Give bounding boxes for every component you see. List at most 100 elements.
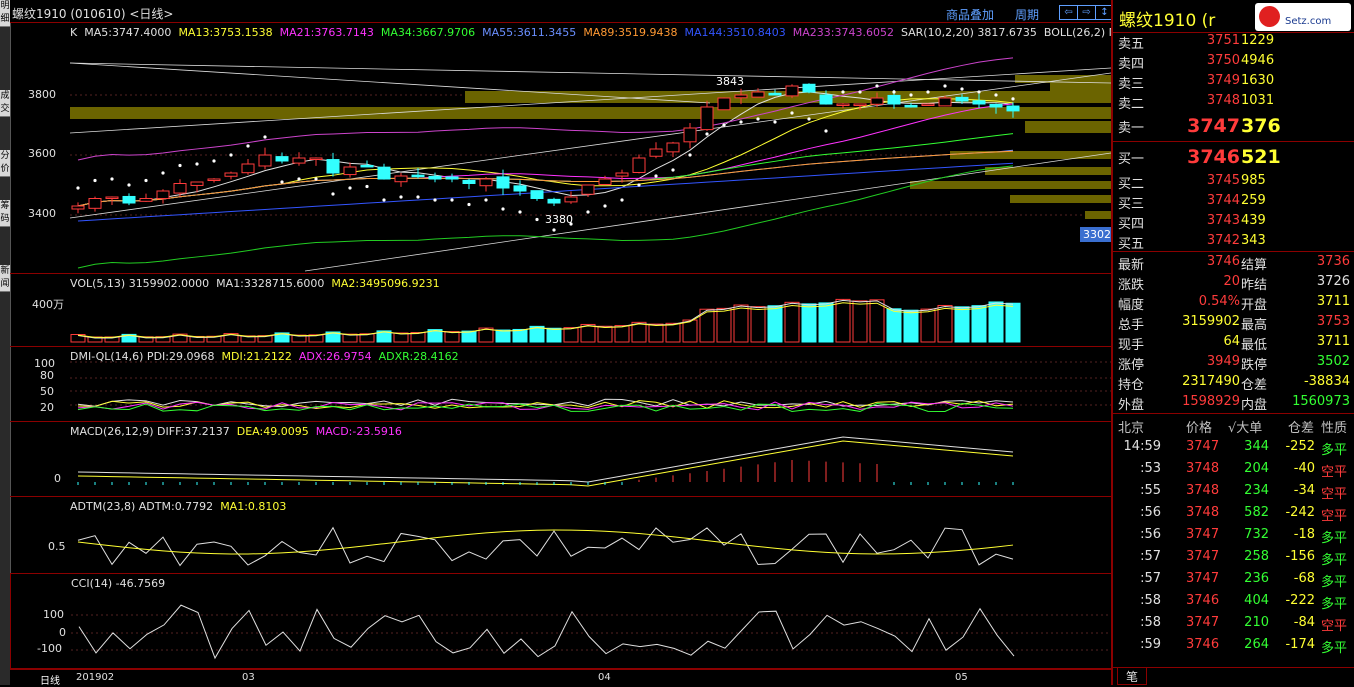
sar-dot (144, 178, 148, 183)
candle-body (564, 196, 578, 203)
candle-body (445, 176, 459, 180)
dmi-indicator-2: ADX:26.9754 (298, 350, 372, 363)
price-indicator-1: MA5:3747.4000 (84, 26, 172, 39)
volume-bar (988, 301, 1004, 343)
sar-dot (365, 184, 369, 189)
trend-line (304, 152, 1112, 272)
adtm-indicator-0: ADTM(23,8) ADTM:0.7792 (70, 500, 214, 513)
volume-panel[interactable]: 400万 VOL(5,13) 3159902.0000 MA1:3328715.6… (10, 274, 1111, 347)
tick-row[interactable]: :56 3747 732 -18 多平 (1113, 524, 1354, 546)
cci-panel[interactable]: 100 0 -100 CCI(14) -46.7569 (10, 574, 1112, 669)
candle-body (853, 103, 867, 106)
sar-dot (501, 207, 505, 211)
stat-row: 涨停 3949 跌停 3502 (1118, 354, 1350, 373)
logo-mark-icon (1259, 6, 1280, 27)
ticks-header: 北京 价格 √大单 仓差 性质 (1113, 414, 1354, 436)
date-label: 201902 (76, 672, 115, 683)
y-label: 50 (40, 385, 54, 398)
volume-bar (801, 303, 817, 343)
tick-row[interactable]: :59 3746 264 -174 多平 (1113, 634, 1354, 656)
candle-body (547, 198, 561, 204)
adtm-panel[interactable]: 0.5 ADTM(23,8) ADTM:0.7792 MA1:0.8103 (10, 497, 1111, 574)
next-button[interactable]: ⇨ (1077, 5, 1096, 20)
price-indicator-2: MA13:3753.1538 (178, 26, 273, 39)
volume-bar (665, 322, 681, 343)
cci-chart[interactable] (11, 574, 1112, 668)
vol-indicator-line: VOL(5,13) 3159902.0000 MA1:3328715.6000 MA… (70, 277, 447, 290)
col-city: 北京 (1118, 421, 1145, 436)
tick-row[interactable]: :55 3748 234 -34 空平 (1113, 480, 1354, 502)
ask-row: 卖四 3750 4946 (1118, 53, 1275, 72)
candle-body (190, 181, 204, 186)
current-price-tag: 3302 (1080, 227, 1114, 242)
volume-bar (818, 302, 834, 343)
sar-dot (875, 84, 879, 88)
macd-indicator-line: MACD(26,12,9) DIFF:37.2137 DEA:49.0095 MAC… (70, 425, 409, 438)
vol-indicator-2: MA2:3495096.9231 (331, 277, 440, 290)
quote-header: 螺纹1910 (r Setz.com (1113, 0, 1354, 33)
sar-dot (603, 204, 607, 208)
volume-bar (835, 298, 851, 343)
sar-dot (212, 159, 216, 163)
volume-bar (631, 321, 647, 343)
price-chart-panel[interactable]: 3800 3600 3400 3843 3380 3302 K MA5:3747.… (10, 23, 1118, 274)
sar-dot (178, 163, 182, 168)
tab-chips[interactable]: 筹码 (0, 200, 10, 227)
tab-price-dist[interactable]: 分价 (0, 150, 10, 177)
candle-body (156, 190, 170, 200)
tick-row[interactable]: :53 3748 204 -40 空平 (1113, 458, 1354, 480)
candle-body (785, 85, 799, 97)
chart-title: 螺纹1910 (010610) <日线> (12, 7, 174, 21)
high-mark: 3843 (716, 75, 744, 88)
tick-row[interactable]: :56 3748 582 -242 空平 (1113, 502, 1354, 524)
tab-trades[interactable]: 成交 (0, 90, 10, 117)
vol-indicator-0: VOL(5,13) 3159902.0000 (70, 277, 210, 290)
tick-row[interactable]: :57 3747 258 -156 多平 (1113, 546, 1354, 568)
period-link[interactable]: 周期 (1015, 6, 1039, 23)
tab-ticks[interactable]: 笔 (1117, 668, 1147, 685)
sar-dot (841, 90, 845, 94)
logo-text: Setz.com (1285, 16, 1332, 27)
col-big: √大单 (1228, 421, 1263, 436)
volume-bar (495, 329, 511, 343)
dmi-indicator-line: DMI-QL(14,6) PDI:29.0968 MDI:21.2122 ADX:2… (70, 350, 466, 363)
volume-bar (971, 305, 987, 343)
candle-body (241, 163, 255, 174)
ask-row: 卖一 3747 376 (1118, 115, 1281, 137)
dmi-panel[interactable]: 100 80 50 20 DMI-QL(14,6) PDI:29.0968 MDI… (10, 347, 1111, 422)
candle-body (921, 103, 935, 106)
volume-bar (614, 325, 630, 343)
tick-row[interactable]: :58 3746 404 -222 多平 (1113, 590, 1354, 612)
candlestick-chart[interactable] (10, 23, 1112, 273)
sar-dot (620, 198, 624, 202)
tick-row[interactable]: 14:59 3747 344 -252 多平 (1113, 436, 1354, 458)
overlay-commodity-link[interactable]: 商品叠加 (946, 6, 994, 23)
candle-body (394, 175, 408, 183)
sar-dot (467, 202, 471, 207)
volume-bar (750, 306, 766, 343)
y-label: 3400 (28, 207, 56, 220)
col-diff: 仓差 (1288, 421, 1315, 436)
y-label: 80 (40, 369, 54, 382)
vol-indicator-1: MA1:3328715.6000 (216, 277, 325, 290)
candle-body (836, 103, 850, 106)
stat-row: 持仓 2317490 仓差 -38834 (1118, 374, 1350, 393)
tick-row[interactable]: :58 3747 210 -84 空平 (1113, 612, 1354, 634)
macd-panel[interactable]: 0 MACD(26,12,9) DIFF:37.2137 DEA:49.0095 M… (10, 422, 1111, 497)
stat-row: 总手 3159902 最高 3753 (1118, 314, 1350, 333)
adtm-indicator-line: ADTM(23,8) ADTM:0.7792 MA1:0.8103 (70, 500, 293, 513)
bid-row: 买四 3743 439 (1118, 213, 1266, 232)
tab-news[interactable]: 新闻 (0, 265, 10, 292)
volume-bar (920, 308, 936, 343)
volume-bar (563, 327, 579, 343)
tab-detail[interactable]: 明细 (0, 0, 10, 27)
quote-title: 螺纹1910 (r (1119, 11, 1216, 31)
volume-bar (954, 306, 970, 343)
sar-dot (127, 183, 131, 187)
candle-body (615, 172, 629, 177)
bid-row: 买二 3745 985 (1118, 173, 1266, 192)
prev-button[interactable]: ⇦ (1059, 5, 1078, 20)
tick-row[interactable]: :57 3747 236 -68 多平 (1113, 568, 1354, 590)
sar-dot (960, 87, 964, 91)
y-label: 3600 (28, 147, 56, 160)
